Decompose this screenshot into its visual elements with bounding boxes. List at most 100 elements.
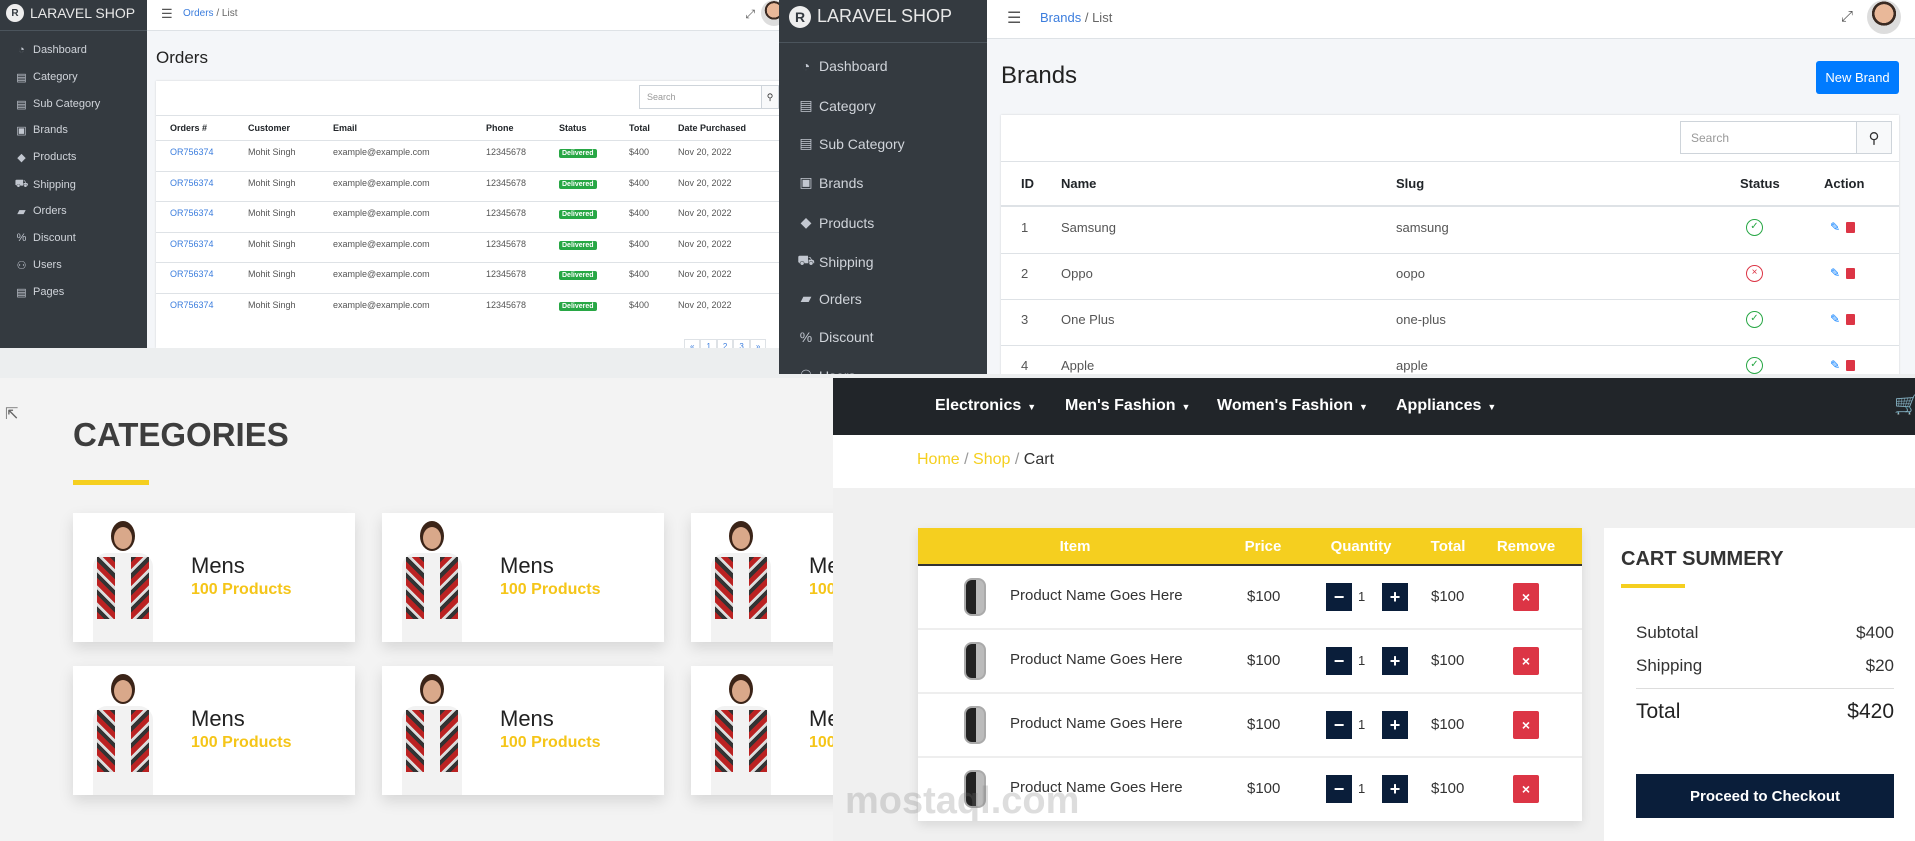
quantity-input[interactable]: 1 — [1358, 781, 1365, 796]
page-link[interactable]: « — [684, 339, 701, 348]
cart-icon[interactable]: 🛒 — [1894, 392, 1915, 417]
brand-logo[interactable]: R LARAVEL SHOP — [6, 4, 135, 22]
sidebar-item-pages[interactable]: ▤ Pages — [14, 286, 64, 299]
checkout-button[interactable]: Proceed to Checkout — [1636, 774, 1894, 818]
remove-item-button[interactable]: × — [1513, 647, 1539, 675]
edit-icon[interactable]: ✎ — [1830, 312, 1840, 326]
category-card[interactable]: Mens 100 Products — [73, 513, 355, 642]
remove-item-button[interactable]: × — [1513, 775, 1539, 803]
column-header[interactable]: Total — [629, 123, 650, 133]
order-link[interactable]: OR756374 — [170, 239, 214, 249]
nav-men-s-fashion[interactable]: Men's Fashion ▼ — [1065, 397, 1190, 415]
increase-quantity-button[interactable]: + — [1382, 711, 1408, 739]
product-name[interactable]: Product Name Goes Here — [1010, 715, 1183, 732]
edit-icon[interactable]: ✎ — [1830, 266, 1840, 280]
remove-item-button[interactable]: × — [1513, 711, 1539, 739]
breadcrumb-orders[interactable]: Orders — [183, 8, 214, 19]
order-link[interactable]: OR756374 — [170, 178, 214, 188]
sidebar-item-category[interactable]: ▤ Category — [797, 97, 875, 114]
fullscreen-icon[interactable]: ⤢ — [745, 7, 755, 22]
decrease-quantity-button[interactable]: − — [1326, 775, 1352, 803]
cell-text: example@example.com — [333, 299, 430, 310]
search-icon[interactable]: ⚲ — [1856, 122, 1891, 153]
category-card[interactable]: Mens 100 Products — [691, 513, 833, 642]
edit-icon[interactable]: ✎ — [1830, 220, 1840, 234]
sidebar-item-shipping[interactable]: ⛟ Shipping — [797, 252, 873, 271]
column-header[interactable]: Phone — [486, 123, 514, 133]
column-header[interactable]: Slug — [1396, 176, 1424, 191]
order-link[interactable]: OR756374 — [170, 300, 214, 310]
sidebar-item-products[interactable]: ◆ Products — [14, 151, 76, 164]
category-card[interactable]: Mens 100 Products — [382, 513, 664, 642]
column-header[interactable]: Name — [1061, 176, 1096, 191]
page-link[interactable]: 1 — [700, 339, 717, 348]
column-header[interactable]: Orders # — [170, 123, 207, 133]
quantity-input[interactable]: 1 — [1358, 589, 1365, 604]
sidebar-item-products[interactable]: ◆ Products — [797, 214, 875, 231]
nav-electronics[interactable]: Electronics ▼ — [935, 397, 1036, 415]
menu-icon[interactable]: ☰ — [1007, 8, 1021, 28]
menu-icon[interactable]: ☰ — [161, 6, 173, 22]
brand-logo[interactable]: R LARAVEL SHOP — [789, 5, 952, 28]
increase-quantity-button[interactable]: + — [1382, 775, 1408, 803]
search-input[interactable]: Search ⚲ — [1680, 121, 1892, 154]
delete-icon[interactable] — [1846, 222, 1855, 233]
column-header[interactable]: ID — [1021, 176, 1034, 191]
search-icon[interactable]: ⚲ — [761, 86, 778, 108]
sidebar-item-discount[interactable]: % Discount — [797, 329, 874, 345]
category-card[interactable]: Mens 100 Products — [691, 666, 833, 795]
page-link[interactable]: 2 — [716, 339, 734, 348]
nav-appliances[interactable]: Appliances ▼ — [1396, 397, 1496, 415]
sidebar-item-discount[interactable]: % Discount — [14, 232, 76, 244]
column-header[interactable]: Email — [333, 123, 357, 133]
sidebar-item-dashboard[interactable]: ◔ Dashboard — [14, 44, 87, 56]
category-card[interactable]: Mens 100 Products — [382, 666, 664, 795]
edit-icon[interactable]: ✎ — [1830, 358, 1840, 372]
order-link[interactable]: OR756374 — [170, 147, 214, 157]
product-name[interactable]: Product Name Goes Here — [1010, 587, 1183, 604]
product-name[interactable]: Product Name Goes Here — [1010, 651, 1183, 668]
new-brand-button[interactable]: New Brand — [1816, 61, 1899, 94]
quantity-input[interactable]: 1 — [1358, 717, 1365, 732]
search-input[interactable]: Search ⚲ — [639, 85, 779, 109]
sidebar-item-orders[interactable]: ▰ Orders — [797, 290, 862, 307]
column-header[interactable]: Customer — [248, 123, 290, 133]
category-card[interactable]: Mens 100 Products — [73, 666, 355, 795]
breadcrumb-brands[interactable]: Brands — [1040, 10, 1081, 25]
decrease-quantity-button[interactable]: − — [1326, 583, 1352, 611]
column-header[interactable]: Status — [1740, 176, 1780, 191]
remove-item-button[interactable]: × — [1513, 583, 1539, 611]
sidebar-item-sub-category[interactable]: ▤ Sub Category — [14, 98, 100, 111]
sidebar-item-brands[interactable]: ▣ Brands — [14, 124, 68, 137]
category-count: 100 Products — [809, 734, 833, 751]
sidebar-item-shipping[interactable]: ⛟ Shipping — [14, 178, 76, 192]
sidebar-item-orders[interactable]: ▰ Orders — [14, 205, 66, 218]
delete-icon[interactable] — [1846, 314, 1855, 325]
sidebar-item-sub-category[interactable]: ▤ Sub Category — [797, 135, 904, 152]
avatar[interactable] — [1867, 0, 1901, 34]
order-link[interactable]: OR756374 — [170, 269, 214, 279]
breadcrumb-home[interactable]: Home — [917, 451, 960, 468]
sidebar-item-dashboard[interactable]: ◔ Dashboard — [797, 58, 888, 74]
column-header[interactable]: Status — [559, 123, 587, 133]
delete-icon[interactable] — [1846, 268, 1855, 279]
column-header[interactable]: Date Purchased — [678, 123, 746, 133]
sidebar-item-category[interactable]: ▤ Category — [14, 71, 77, 84]
sidebar-item-users[interactable]: ⚇ Users — [797, 367, 856, 374]
decrease-quantity-button[interactable]: − — [1326, 647, 1352, 675]
avatar[interactable] — [761, 0, 779, 26]
fullscreen-icon[interactable]: ⤢ — [1841, 8, 1853, 25]
decrease-quantity-button[interactable]: − — [1326, 711, 1352, 739]
nav-women-s-fashion[interactable]: Women's Fashion ▼ — [1217, 397, 1368, 415]
increase-quantity-button[interactable]: + — [1382, 647, 1408, 675]
page-link[interactable]: 3 — [733, 339, 750, 348]
delete-icon[interactable] — [1846, 360, 1855, 371]
quantity-input[interactable]: 1 — [1358, 653, 1365, 668]
sidebar-item-users[interactable]: ⚇ Users — [14, 259, 62, 272]
breadcrumb-shop[interactable]: Shop — [973, 451, 1010, 468]
column-header[interactable]: Action — [1824, 176, 1864, 191]
page-link[interactable]: » — [749, 339, 767, 348]
order-link[interactable]: OR756374 — [170, 208, 214, 218]
increase-quantity-button[interactable]: + — [1382, 583, 1408, 611]
sidebar-item-brands[interactable]: ▣ Brands — [797, 174, 863, 191]
